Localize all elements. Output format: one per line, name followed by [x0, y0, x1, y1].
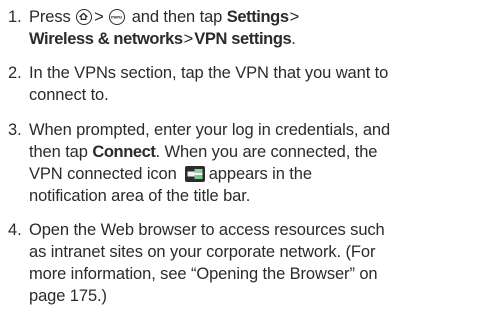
connect-label: Connect	[92, 143, 156, 161]
step-text: In the VPNs section, tap the VPN that yo…	[29, 62, 481, 106]
step-number: 2.	[8, 64, 22, 82]
step-line: Open the Web browser to access resources…	[29, 221, 385, 239]
step-text-fragment: Press	[29, 8, 71, 26]
vpn-settings-label: VPN settings	[194, 30, 292, 48]
step-text-fragment: .	[291, 30, 296, 48]
step-line: When prompted, enter your log in credent…	[29, 121, 391, 139]
step-text: Open the Web browser to access resources…	[29, 219, 481, 307]
vpn-connected-icon	[184, 166, 205, 182]
menu-icon: menu	[109, 9, 126, 25]
step-text-fragment: appears in the	[208, 165, 312, 183]
step-number: 3.	[8, 121, 22, 139]
greater-than-symbol: >	[94, 8, 104, 26]
svg-text:menu: menu	[111, 14, 122, 19]
instruction-page: 1. Press > menu and then tap Settings> W…	[0, 0, 485, 325]
step-text-fragment: . When you are connected, the	[155, 143, 378, 161]
step-number: 1.	[8, 8, 22, 26]
step-line: Press > menu and then tap Settings>	[29, 6, 481, 28]
step-line: more information, see “Opening the Brows…	[29, 265, 378, 283]
settings-label: Settings	[226, 8, 289, 26]
step-text: When prompted, enter your log in credent…	[29, 119, 481, 207]
step-line: connect to.	[29, 86, 109, 104]
step-line: as intranet sites on your corporate netw…	[29, 243, 376, 261]
step-line: VPN connected icon appears in the	[29, 163, 481, 185]
step-text: Press > menu and then tap Settings> Wire…	[29, 6, 481, 50]
step-line: Wireless & networks>VPN settings.	[29, 28, 481, 50]
step-line: In the VPNs section, tap the VPN that yo…	[29, 64, 389, 82]
step-text-fragment: VPN connected icon	[29, 165, 177, 183]
greater-than-symbol: >	[183, 30, 194, 48]
step-text-fragment: and then tap	[131, 8, 223, 26]
home-icon	[76, 9, 93, 25]
step-line: notification area of the title bar.	[29, 187, 251, 205]
step-line: then tap Connect. When you are connected…	[29, 141, 481, 163]
greater-than-symbol: >	[289, 8, 300, 26]
step-number: 4.	[8, 221, 22, 239]
step-line: page 175.)	[29, 287, 107, 305]
wireless-networks-label: Wireless & networks	[29, 30, 183, 48]
step-text-fragment: then tap	[29, 143, 88, 161]
